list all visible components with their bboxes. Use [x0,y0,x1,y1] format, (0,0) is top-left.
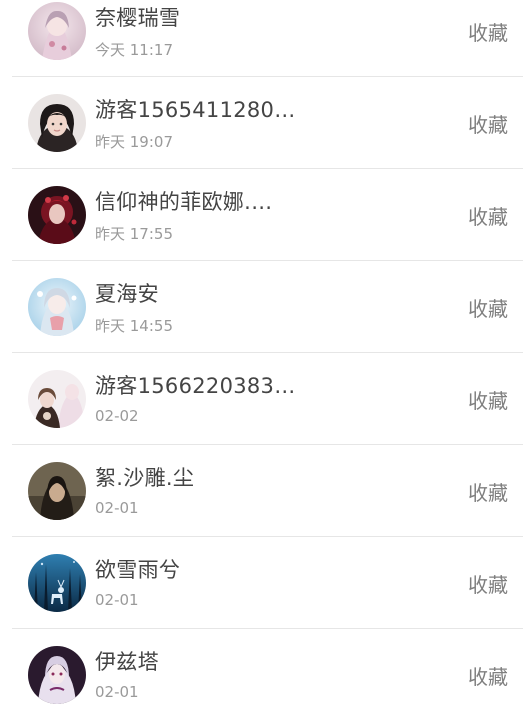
timestamp: 02-02 [95,407,139,425]
user-name: 欲雪雨兮 [95,558,181,582]
purple-anime-avatar-icon[interactable] [28,646,86,704]
anime-girl-pink-avatar-icon[interactable] [28,2,86,60]
favorite-button[interactable]: 收藏 [468,109,508,138]
favorite-button[interactable]: 收藏 [468,201,508,230]
user-name: 游客1566220383… [95,374,296,398]
doll-avatar-icon[interactable] [28,370,86,428]
user-name: 奈樱瑞雪 [95,6,181,30]
blue-anime-girl-avatar-icon[interactable] [28,278,86,336]
list-item[interactable]: 伊兹塔 02-01 收藏 [12,629,523,720]
user-name: 絮.沙雕.尘 [95,466,195,490]
girl-photo-avatar-icon[interactable] [28,94,86,152]
list-item[interactable]: 游客1565411280… 昨天 19:07 收藏 [12,77,523,169]
favorite-button[interactable]: 收藏 [468,385,508,414]
user-name: 游客1565411280… [95,98,296,122]
timestamp: 昨天 17:55 [95,225,173,243]
favorite-button[interactable]: 收藏 [468,569,508,598]
list-item[interactable]: 絮.沙雕.尘 02-01 收藏 [12,445,523,537]
user-name: 夏海安 [95,282,159,306]
blue-forest-deer-avatar-icon[interactable] [28,554,86,612]
favorite-button[interactable]: 收藏 [468,17,508,46]
favorite-button[interactable]: 收藏 [468,661,508,690]
timestamp: 02-01 [95,591,139,609]
list-item[interactable]: 游客1566220383… 02-02 收藏 [12,353,523,445]
red-dark-anime-avatar-icon[interactable] [28,186,86,244]
list-item[interactable]: 欲雪雨兮 02-01 收藏 [12,537,523,629]
timestamp: 02-01 [95,683,139,701]
timestamp: 昨天 14:55 [95,317,173,335]
timestamp: 今天 11:17 [95,41,173,59]
list-item[interactable]: 奈樱瑞雪 今天 11:17 收藏 [12,0,523,77]
list-item[interactable]: 信仰神的菲欧娜.… 昨天 17:55 收藏 [12,169,523,261]
list-item[interactable]: 夏海安 昨天 14:55 收藏 [12,261,523,353]
user-name: 信仰神的菲欧娜.… [95,190,273,214]
favorite-button[interactable]: 收藏 [468,293,508,322]
timestamp: 02-01 [95,499,139,517]
user-name: 伊兹塔 [95,650,159,674]
timestamp: 昨天 19:07 [95,133,173,151]
dark-hair-girl-avatar-icon[interactable] [28,462,86,520]
user-list: 奈樱瑞雪 今天 11:17 收藏 游客1565411280… 昨天 19:07 … [12,0,523,720]
favorite-button[interactable]: 收藏 [468,477,508,506]
